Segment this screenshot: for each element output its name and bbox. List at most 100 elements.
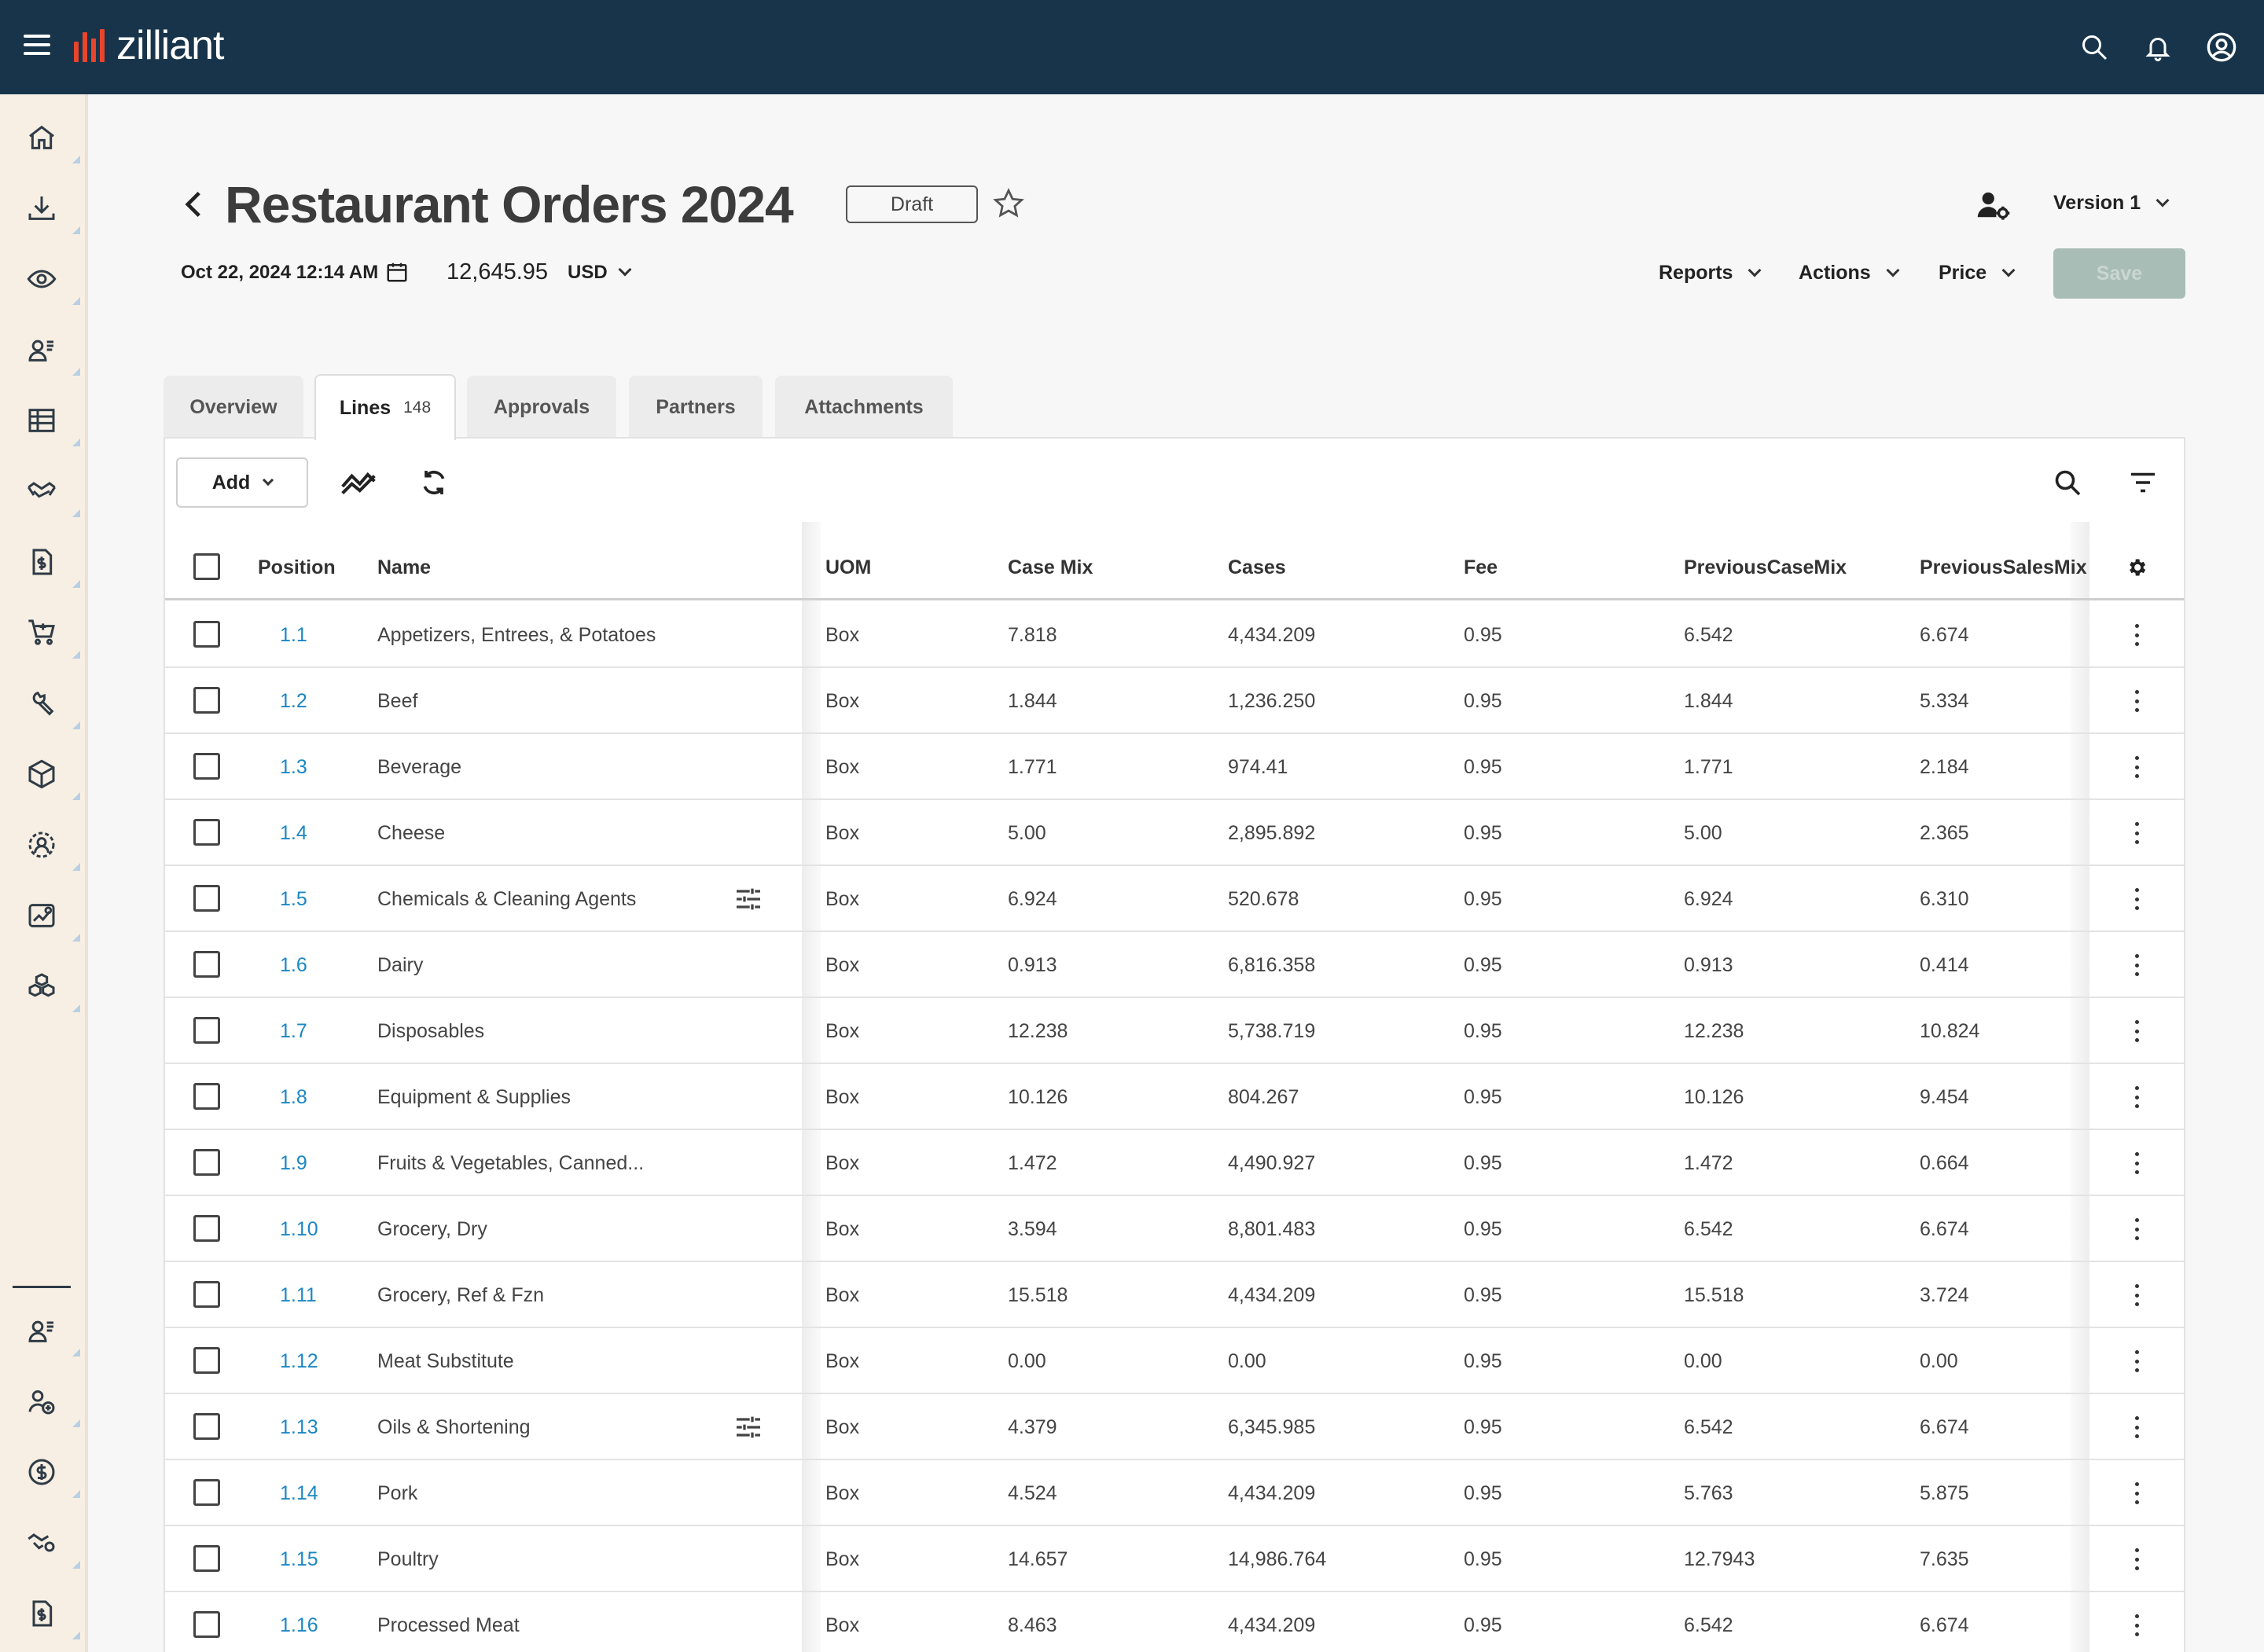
row-checkbox[interactable]	[193, 819, 220, 846]
row-menu-icon[interactable]	[2134, 1548, 2140, 1570]
table-search-icon[interactable]	[2049, 464, 2086, 501]
tune-icon[interactable]	[733, 883, 764, 915]
cell-position[interactable]: 1.15	[280, 1526, 318, 1592]
handshake-gear-icon[interactable]	[20, 1522, 80, 1569]
cell-position[interactable]: 1.1	[280, 602, 307, 668]
chart-icon[interactable]	[20, 894, 80, 942]
price-menu[interactable]: Price	[1939, 262, 2016, 285]
column-header-position[interactable]: Position	[258, 534, 336, 600]
table-row[interactable]: 1.6 Dairy Box 0.913 6,816.358 0.95 0.913 0.414	[165, 932, 2184, 998]
row-checkbox[interactable]	[193, 1083, 220, 1110]
row-menu-icon[interactable]	[2134, 690, 2140, 712]
row-menu-icon[interactable]	[2134, 756, 2140, 778]
table-row[interactable]: 1.12 Meat Substitute Box 0.00 0.00 0.95 0.00 0.…	[165, 1328, 2184, 1394]
cell-position[interactable]: 1.14	[280, 1460, 318, 1526]
row-menu-icon[interactable]	[2134, 822, 2140, 844]
filter-icon[interactable]	[2124, 464, 2162, 501]
cell-position[interactable]: 1.5	[280, 866, 307, 932]
table-row[interactable]: 1.2 Beef Box 1.844 1,236.250 0.95 1.844 5.334	[165, 668, 2184, 734]
table-row[interactable]: 1.4 Cheese Box 5.00 2,895.892 0.95 5.00 2.365	[165, 800, 2184, 866]
row-checkbox[interactable]	[193, 951, 220, 978]
cube-icon[interactable]	[20, 753, 80, 800]
row-checkbox[interactable]	[193, 621, 220, 648]
star-icon[interactable]	[992, 187, 1027, 222]
row-checkbox[interactable]	[193, 753, 220, 780]
table-row[interactable]: 1.1 Appetizers, Entrees, & Potatoes Box 7.8…	[165, 602, 2184, 668]
column-header-case-mix[interactable]: Case Mix	[1008, 534, 1093, 600]
cell-position[interactable]: 1.4	[280, 800, 307, 866]
add-button[interactable]: Add	[176, 457, 308, 508]
row-checkbox[interactable]	[193, 1545, 220, 1572]
document-dollar-icon[interactable]	[20, 541, 80, 588]
row-menu-icon[interactable]	[2134, 1152, 2140, 1174]
tab-attachments[interactable]: Attachments	[775, 376, 953, 439]
user-settings-icon[interactable]	[1976, 189, 2012, 222]
table-row[interactable]: 1.7 Disposables Box 12.238 5,738.719 0.95 12.2…	[165, 998, 2184, 1064]
table-row[interactable]: 1.10 Grocery, Dry Box 3.594 8,801.483 0.95 6.5…	[165, 1196, 2184, 1262]
table-row[interactable]: 1.13 Oils & Shortening Box 4.379 6,345.985 0.…	[165, 1394, 2184, 1460]
user-add-icon[interactable]	[20, 1380, 80, 1427]
row-menu-icon[interactable]	[2134, 1482, 2140, 1504]
cell-position[interactable]: 1.2	[280, 668, 307, 734]
row-checkbox[interactable]	[193, 885, 220, 912]
table-row[interactable]: 1.16 Processed Meat Box 8.463 4,434.209 0.95 6…	[165, 1592, 2184, 1652]
boxes-icon[interactable]	[20, 965, 80, 1012]
row-menu-icon[interactable]	[2134, 1416, 2140, 1438]
download-icon[interactable]	[20, 187, 80, 234]
currency-select[interactable]: USD	[568, 262, 632, 284]
tab-partners[interactable]: Partners	[629, 376, 763, 439]
cell-position[interactable]: 1.8	[280, 1064, 307, 1130]
cart-icon[interactable]	[20, 611, 80, 659]
handshake-icon[interactable]	[20, 470, 80, 517]
account-icon[interactable]	[2203, 28, 2240, 66]
column-header-previous-case-mix[interactable]: PreviousCaseMix	[1684, 534, 1847, 600]
user-list-icon[interactable]	[20, 1309, 80, 1356]
row-checkbox[interactable]	[193, 1347, 220, 1374]
user-gear-icon[interactable]	[20, 824, 80, 871]
row-checkbox[interactable]	[193, 1017, 220, 1044]
table-row[interactable]: 1.11 Grocery, Ref & Fzn Box 15.518 4,434.209…	[165, 1262, 2184, 1328]
row-menu-icon[interactable]	[2134, 1020, 2140, 1042]
table-row[interactable]: 1.14 Pork Box 4.524 4,434.209 0.95 5.763 5.875	[165, 1460, 2184, 1526]
calendar-icon[interactable]	[385, 259, 410, 286]
bell-icon[interactable]	[2139, 28, 2177, 66]
logo[interactable]: zilliant	[74, 22, 224, 69]
tools-icon[interactable]	[20, 682, 80, 729]
column-header-fee[interactable]: Fee	[1464, 534, 1498, 600]
table-row[interactable]: 1.5 Chemicals & Cleaning Agents Box 6.924 52…	[165, 866, 2184, 932]
column-settings-icon[interactable]	[2126, 534, 2148, 600]
tab-overview[interactable]: Overview	[164, 376, 303, 439]
search-icon[interactable]	[2075, 28, 2113, 66]
row-checkbox[interactable]	[193, 1611, 220, 1638]
tab-lines[interactable]: Lines 148	[314, 374, 456, 440]
table-icon[interactable]	[20, 399, 80, 446]
cell-position[interactable]: 1.13	[280, 1394, 318, 1460]
cell-position[interactable]: 1.7	[280, 998, 307, 1064]
row-checkbox[interactable]	[193, 687, 220, 714]
cell-position[interactable]: 1.10	[280, 1196, 318, 1262]
row-checkbox[interactable]	[193, 1281, 220, 1308]
column-header-cases[interactable]: Cases	[1228, 534, 1286, 600]
column-header-previous-sales-mix[interactable]: PreviousSalesMix	[1920, 534, 2087, 600]
back-button[interactable]	[179, 187, 208, 222]
row-menu-icon[interactable]	[2134, 624, 2140, 646]
hamburger-menu-icon[interactable]	[24, 35, 50, 58]
version-select[interactable]: Version 1	[2053, 192, 2170, 215]
save-button[interactable]: Save	[2053, 248, 2185, 299]
cell-position[interactable]: 1.16	[280, 1592, 318, 1652]
document-dollar-icon[interactable]	[20, 1592, 80, 1639]
table-row[interactable]: 1.15 Poultry Box 14.657 14,986.764 0.95 12.794…	[165, 1526, 2184, 1592]
refresh-icon[interactable]	[415, 464, 453, 501]
row-checkbox[interactable]	[193, 1479, 220, 1506]
row-checkbox[interactable]	[193, 1215, 220, 1242]
reports-menu[interactable]: Reports	[1659, 262, 1762, 285]
row-menu-icon[interactable]	[2134, 1218, 2140, 1240]
row-menu-icon[interactable]	[2134, 1086, 2140, 1108]
table-row[interactable]: 1.8 Equipment & Supplies Box 10.126 804.267 0…	[165, 1064, 2184, 1130]
column-header-name[interactable]: Name	[377, 534, 431, 600]
cell-position[interactable]: 1.9	[280, 1130, 307, 1196]
row-menu-icon[interactable]	[2134, 888, 2140, 910]
cell-position[interactable]: 1.6	[280, 932, 307, 998]
cell-position[interactable]: 1.11	[280, 1262, 317, 1328]
dollar-icon[interactable]	[20, 1451, 80, 1498]
